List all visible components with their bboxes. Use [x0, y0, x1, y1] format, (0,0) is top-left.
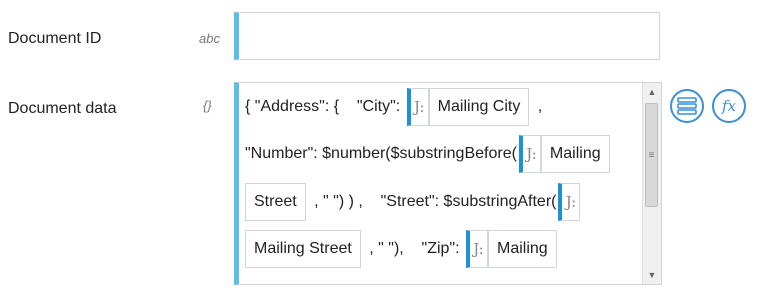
document-data-editor[interactable]: { "Address": { "City": J: Mailing City , "… — [234, 82, 662, 285]
scroll-thumb[interactable]: ≡ — [645, 103, 658, 207]
expression-text: "Number": $number($substringBefore( — [245, 145, 517, 162]
list-icon — [677, 97, 697, 115]
field-reference-pill[interactable]: Mailing — [488, 230, 557, 268]
field-reference-pill[interactable]: Mailing — [540, 135, 610, 173]
json-field-icon[interactable]: J: — [518, 135, 541, 173]
document-id-input[interactable] — [234, 12, 660, 60]
document-data-type-hint: {} — [203, 98, 212, 113]
expression-line: Mailing Street , " "), "Zip": J: Mailing — [245, 230, 561, 268]
field-reference-pill[interactable]: Street — [245, 183, 306, 221]
scroll-up-arrow-icon[interactable]: ▲ — [643, 85, 661, 99]
json-field-icon[interactable]: J: — [466, 230, 488, 268]
expression-text: { "Address": { "City": — [245, 98, 405, 115]
document-id-label: Document ID — [8, 30, 102, 47]
json-field-icon[interactable]: J: — [558, 183, 581, 221]
json-field-icon[interactable]: J: — [406, 88, 429, 126]
expression-text: , " ") ) , "Street": $substringAfter( — [309, 193, 557, 210]
editor-scrollbar[interactable]: ▲ ≡ ▼ — [642, 83, 661, 284]
expression-line: "Number": $number($substringBefore(J: Mai… — [245, 135, 614, 173]
expression-line: Street , " ") ) , "Street": $substringAf… — [245, 183, 581, 221]
field-reference-pill[interactable]: Mailing Street — [245, 230, 361, 268]
function-button[interactable]: fx — [712, 89, 746, 123]
expression-line: { "Address": { "City": J: Mailing City , — [245, 88, 542, 126]
document-data-label: Document data — [8, 100, 117, 117]
document-id-type-hint: abc — [199, 31, 220, 46]
scroll-down-arrow-icon[interactable]: ▼ — [643, 268, 661, 282]
expression-text: , " "), "Zip": — [364, 240, 464, 257]
fx-icon: fx — [721, 97, 736, 115]
expression-text: , — [533, 98, 543, 115]
list-mapping-button[interactable] — [670, 89, 704, 123]
field-reference-pill[interactable]: Mailing City — [428, 88, 530, 126]
